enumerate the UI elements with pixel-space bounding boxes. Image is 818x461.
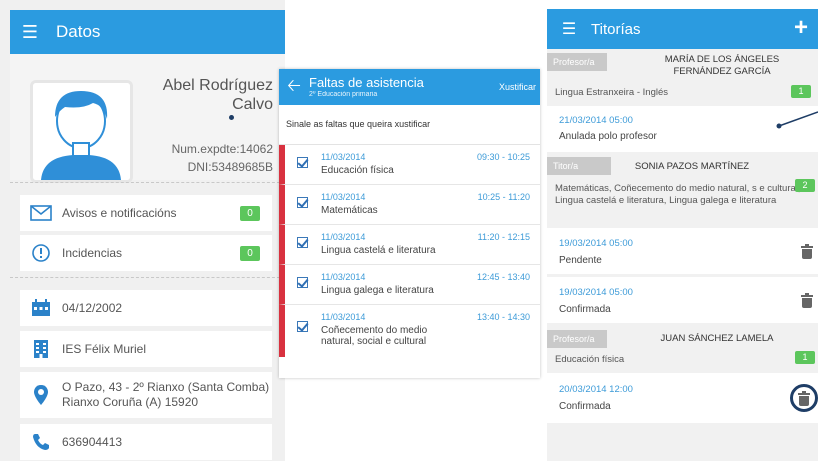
faltas-title: Faltas de asistencia <box>309 74 424 90</box>
teacher-name: JUAN SÁNCHEZ LAMELA <box>660 333 774 344</box>
address-line2: Rianxo Coruña (A) 15920 <box>62 395 199 409</box>
calendar-icon <box>24 299 58 317</box>
absence-time: 09:30 - 10:25 <box>476 152 530 162</box>
checkbox-checked[interactable] <box>297 157 308 168</box>
divider <box>10 182 285 183</box>
tutoring-event[interactable]: 19/03/2014 05:00 Confirmada <box>547 277 818 323</box>
phone-row[interactable]: 636904413 <box>20 424 272 460</box>
absence-subject: Lingua castelá e literatura <box>321 245 436 256</box>
student-name-line1: Abel Rodríguez <box>162 77 273 94</box>
alert-circle-icon <box>24 243 58 263</box>
trash-icon[interactable] <box>798 391 810 406</box>
absence-time: 10:25 - 11:20 <box>477 192 530 202</box>
absence-date: 11/03/2014 <box>321 272 366 282</box>
absence-date: 11/03/2014 <box>321 152 366 162</box>
tutoring-event[interactable]: 19/03/2014 05:00 Pendente <box>547 228 818 274</box>
faltas-subtitle: 2º Educación primaria <box>309 90 378 98</box>
back-arrow-icon[interactable]: 🡠 <box>279 73 309 102</box>
checkbox-checked[interactable] <box>297 277 308 288</box>
event-date: 19/03/2014 05:00 <box>559 287 633 298</box>
faltas-title-block: Faltas de asistencia 2º Educación primar… <box>309 74 424 99</box>
trash-icon[interactable] <box>801 244 813 259</box>
checkbox-checked[interactable] <box>297 321 308 332</box>
student-name: Abel Rodríguez Calvo <box>163 76 273 114</box>
absence-time: 12:45 - 13:40 <box>476 272 530 282</box>
absence-row[interactable]: 11/03/2014 12:45 - 13:40 Lingua galega e… <box>279 265 540 305</box>
address-row: O Pazo, 43 - 2º Rianxo (Santa Comba) Ria… <box>20 372 272 418</box>
datos-header: ☰ Datos <box>10 10 285 54</box>
tutoring-count-badge: 2 <box>795 179 815 192</box>
location-pin-icon <box>24 385 58 405</box>
address: O Pazo, 43 - 2º Rianxo (Santa Comba) Ria… <box>58 380 272 410</box>
absence-subject: Coñecemento do medio natural, social e c… <box>321 325 428 347</box>
role-tag: Titor/a <box>547 157 611 175</box>
absence-subject: Educación física <box>321 165 394 176</box>
teacher-name: SONIA PAZOS MARTÍNEZ <box>634 161 750 172</box>
divider <box>10 277 285 278</box>
event-status: Pendente <box>559 255 602 266</box>
justify-button[interactable]: Xustificar <box>499 82 536 92</box>
birth-date: 04/12/2002 <box>62 300 123 315</box>
incidencias-label: Incidencias <box>62 245 123 260</box>
teacher-subjects: Educación física <box>555 354 625 365</box>
trash-icon[interactable] <box>801 293 813 308</box>
expediente-number: Num.expdte:14062 <box>171 142 273 156</box>
student-profile: Abel Rodríguez Calvo Num.expdte:14062 DN… <box>10 54 285 183</box>
incidencias-row[interactable]: Incidencias 0 <box>20 235 272 271</box>
page-title: Datos <box>56 22 101 41</box>
avisos-row[interactable]: Avisos e notificacións 0 <box>20 195 272 231</box>
phone-number[interactable]: 636904413 <box>58 435 272 450</box>
event-status: Confirmada <box>559 401 611 412</box>
absence-row[interactable]: 11/03/2014 09:30 - 10:25 Educación físic… <box>279 145 540 185</box>
menu-icon[interactable]: ☰ <box>10 22 50 43</box>
absence-row[interactable]: 11/03/2014 10:25 - 11:20 Matemáticas <box>279 185 540 225</box>
tutoring-count-badge: 1 <box>795 351 815 364</box>
absence-time: 13:40 - 14:30 <box>476 312 530 322</box>
address-line1: O Pazo, 43 - 2º Rianxo (Santa Comba) <box>62 380 270 394</box>
absence-row[interactable]: 11/03/2014 11:20 - 12:15 Lingua castelá … <box>279 225 540 265</box>
teacher-subjects: Matemáticas, Coñecemento do medio natura… <box>555 183 801 206</box>
faltas-header: 🡠 Faltas de asistencia 2º Educación prim… <box>279 69 540 105</box>
student-ids: Num.expdte:14062 DNI:53489685B <box>172 140 273 176</box>
datos-screen: ☰ Datos Abel Rodríguez Calvo Num.expdte:… <box>0 0 285 461</box>
avatar <box>30 80 133 183</box>
absence-time: 11:20 - 12:15 <box>477 232 530 242</box>
school-row: IES Félix Muriel <box>20 331 272 367</box>
birth-date-row: 04/12/2002 <box>20 290 272 326</box>
event-date: 19/03/2014 05:00 <box>559 238 633 249</box>
checkbox-checked[interactable] <box>297 197 308 208</box>
user-avatar-icon <box>33 83 130 180</box>
faltas-instruction: Sinale as faltas que queira xustificar <box>279 105 540 145</box>
event-status: Confirmada <box>559 304 611 315</box>
absence-subject: Matemáticas <box>321 205 378 216</box>
role-tag: Profesor/a <box>547 330 607 348</box>
school-name: IES Félix Muriel <box>62 341 147 356</box>
student-name-line2: Calvo <box>232 96 273 113</box>
faltas-screen: 🡠 Faltas de asistencia 2º Educación prim… <box>279 69 540 378</box>
building-icon <box>24 339 58 359</box>
avisos-label: Avisos e notificacións <box>62 205 177 220</box>
envelope-icon <box>24 205 58 221</box>
avisos-count-badge: 0 <box>240 205 260 221</box>
absence-row[interactable]: 11/03/2014 13:40 - 14:30 Coñecemento do … <box>279 305 540 357</box>
absence-date: 11/03/2014 <box>321 192 366 202</box>
tutoring-event[interactable]: 20/03/2014 12:00 Confirmada <box>547 373 818 423</box>
checkbox-checked[interactable] <box>297 237 308 248</box>
absence-subject: Lingua galega e literatura <box>321 285 434 296</box>
titorias-screen: ☰ Titorías + Profesor/a MARÍA DE LOS ÁNG… <box>229 9 818 461</box>
absence-date: 11/03/2014 <box>321 232 366 242</box>
incidencias-count-badge: 0 <box>240 245 260 261</box>
dni-number: DNI:53489685B <box>187 160 273 174</box>
absence-date: 11/03/2014 <box>321 312 366 322</box>
app-screens-collage: ☰ Datos Abel Rodríguez Calvo Num.expdte:… <box>0 0 818 461</box>
event-date: 20/03/2014 12:00 <box>559 384 633 395</box>
phone-icon <box>24 433 58 451</box>
